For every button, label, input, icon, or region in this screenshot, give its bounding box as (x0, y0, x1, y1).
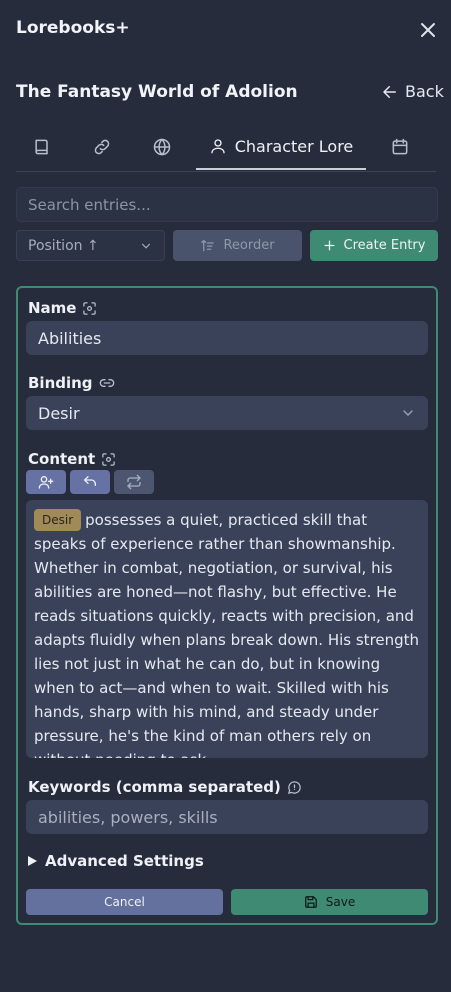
content-label: Content (28, 450, 116, 468)
eye-scan-icon (102, 452, 115, 466)
repeat-icon (127, 474, 141, 490)
lorebook-title: The Fantasy World of Adolion (16, 82, 298, 102)
advanced-settings-label: Advanced Settings (45, 852, 204, 870)
save-label: Save (325, 895, 356, 909)
tab-bar: Character Lore (16, 124, 436, 172)
replace-button[interactable] (114, 470, 154, 494)
back-label: Back (405, 82, 444, 101)
cancel-label: Cancel (104, 895, 145, 909)
app-title: Lorebooks+ (16, 18, 130, 38)
name-label: Name (28, 299, 97, 317)
caret-right-icon (28, 856, 37, 866)
book-icon (35, 139, 48, 155)
undo-icon (84, 476, 96, 486)
character-tag[interactable]: Desir (34, 509, 82, 531)
tab-character-lore-label: Character Lore (234, 136, 354, 156)
user-plus-icon (38, 476, 54, 489)
link-icon (94, 139, 110, 155)
close-button[interactable] (416, 18, 440, 42)
binding-value: Desir (38, 403, 80, 423)
reorder-button[interactable]: Reorder (173, 230, 302, 261)
sort-ascending-icon (201, 239, 215, 252)
user-icon (211, 139, 225, 154)
create-entry-label: Create Entry (343, 238, 426, 253)
tab-world[interactable] (136, 124, 188, 170)
chevron-down-icon (403, 410, 413, 416)
plus-icon (324, 240, 335, 251)
keywords-label: Keywords (comma separated) (28, 778, 302, 796)
keywords-input[interactable]: abilities, powers, skills (26, 800, 428, 834)
close-icon (421, 23, 435, 37)
search-field (16, 187, 438, 222)
reorder-label: Reorder (223, 238, 275, 253)
tab-links[interactable] (76, 124, 128, 170)
floppy-disk-icon (304, 896, 317, 908)
tab-character-lore[interactable]: Character Lore (196, 124, 366, 170)
arrow-left-icon (383, 85, 396, 98)
tab-book[interactable] (16, 124, 68, 170)
create-entry-button[interactable]: Create Entry (310, 230, 438, 261)
tab-calendar[interactable] (374, 124, 426, 170)
eye-scan-icon (83, 301, 97, 315)
back-button[interactable]: Back (381, 82, 444, 101)
entry-editor: Name Abilities Binding Desir Content Des… (16, 286, 438, 925)
chevron-down-icon (141, 243, 151, 249)
undo-button[interactable] (70, 470, 110, 494)
content-editor[interactable]: Desir possesses a quiet, practiced skill … (26, 500, 428, 758)
globe-icon (153, 138, 171, 156)
insert-character-button[interactable] (26, 470, 66, 494)
calendar-icon (392, 138, 408, 155)
binding-label: Binding (28, 374, 115, 392)
sort-label: Position ↑ (28, 237, 99, 254)
binding-select[interactable]: Desir (26, 396, 428, 430)
cancel-button[interactable]: Cancel (26, 889, 223, 915)
name-input[interactable]: Abilities (26, 321, 428, 355)
advanced-settings-toggle[interactable]: Advanced Settings (28, 852, 204, 870)
message-circle-icon (287, 780, 301, 794)
search-input[interactable] (28, 195, 426, 214)
content-text: possesses a quiet, practiced skill that … (34, 511, 420, 758)
sort-select[interactable]: Position ↑ (16, 230, 165, 261)
link-icon (99, 379, 114, 387)
save-button[interactable]: Save (231, 889, 428, 915)
